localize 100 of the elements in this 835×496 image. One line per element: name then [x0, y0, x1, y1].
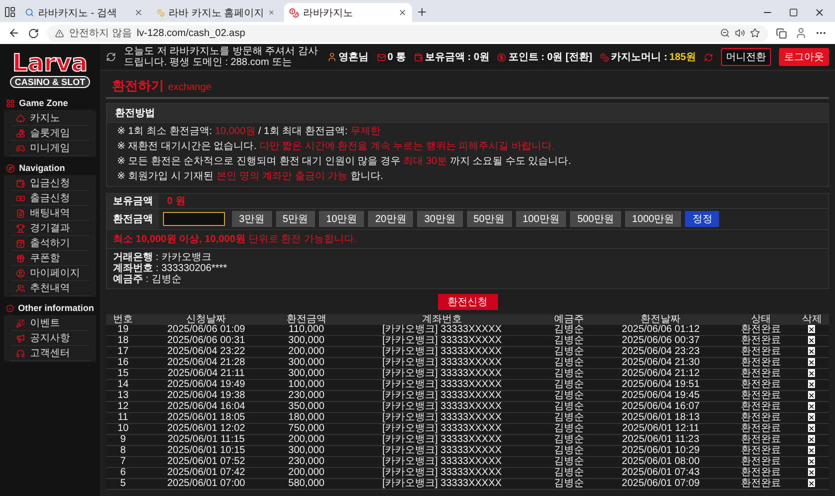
amount-button[interactable]: 30만원: [417, 211, 462, 227]
delete-icon[interactable]: [808, 358, 816, 366]
delete-icon[interactable]: [808, 402, 816, 410]
table-cell: [카카오뱅크] 33333XXXXX: [340, 412, 544, 424]
table-cell: 2025/06/01 07:42: [140, 468, 272, 478]
close-icon[interactable]: [398, 8, 407, 17]
delete-icon[interactable]: [808, 391, 816, 400]
submit-button[interactable]: 환전신청: [438, 294, 498, 310]
table-cell: 2025/06/04 19:51: [594, 380, 727, 390]
sidebar-item[interactable]: 카지노: [10, 111, 90, 126]
browser-tab[interactable]: 라바카지노 - 검색: [20, 3, 148, 22]
read-aloud-icon[interactable]: [735, 28, 745, 38]
table-cell: 2025/06/01 08:00: [594, 456, 727, 468]
sidebar-item[interactable]: 이벤트: [10, 316, 90, 331]
sidebar-item[interactable]: 경기결과: [10, 221, 90, 236]
column-header: 환전금액: [272, 314, 340, 325]
reset-button[interactable]: 정정: [685, 211, 720, 227]
back-icon[interactable]: [8, 27, 20, 39]
delete-icon[interactable]: [808, 468, 816, 476]
sidebar-item[interactable]: 출금신청: [10, 191, 90, 206]
account-info: 계좌번호 : 333330206****: [113, 263, 228, 274]
amount-button[interactable]: 20만원: [368, 211, 414, 227]
table-cell: 15: [106, 368, 140, 380]
table-cell: 230,000: [272, 390, 340, 402]
sidebar-item[interactable]: 배팅내역: [10, 206, 90, 221]
money-convert-button[interactable]: 머니전환: [721, 48, 771, 66]
delete-icon[interactable]: [808, 347, 816, 356]
amount-button[interactable]: 3만원: [232, 211, 272, 227]
notice-line: ※ 재환전 대기시간은 없습니다. 다만 짧은 시간에 환전을 계속 누르는 행위는 피해주시길 바랍니다.: [117, 141, 556, 153]
amount-button[interactable]: 10만원: [319, 211, 364, 227]
table-cell: 2025/06/06 01:12: [594, 325, 727, 336]
delete-icon[interactable]: [808, 479, 816, 488]
close-icon[interactable]: [814, 6, 825, 18]
delete-icon[interactable]: [808, 380, 816, 388]
table-cell: 180,000: [272, 412, 340, 424]
table-cell: 김병순: [544, 390, 595, 402]
browser-tab[interactable]: 라바 카지노 홈페이지: [152, 3, 280, 22]
sidebar-item[interactable]: 입금신청: [10, 176, 90, 191]
delete-icon[interactable]: [808, 369, 816, 378]
table-cell: 2025/06/01 18:13: [594, 412, 727, 424]
amount-button[interactable]: 500만원: [570, 211, 621, 227]
delete-icon[interactable]: [808, 435, 816, 444]
table-cell: 200,000: [272, 468, 340, 478]
address-bar[interactable]: 안전하지 않음 lv-128.com/cash_02.asp: [47, 24, 768, 42]
table-cell: 김병순: [544, 336, 595, 346]
logo-title[interactable]: Larva: [12, 50, 88, 76]
table-cell: 김병순: [544, 380, 595, 390]
amount-button[interactable]: 50만원: [466, 211, 512, 227]
table-cell: 김병순: [544, 468, 595, 478]
browser-tab[interactable]: 라바카지노: [284, 3, 412, 22]
table-cell: [카카오뱅크] 33333XXXXX: [340, 346, 544, 358]
table-cell: 2025/06/04 16:04: [140, 402, 272, 412]
profile-icon[interactable]: [795, 27, 807, 39]
table-cell: 2025/06/04 21:30: [594, 358, 727, 368]
amount-field[interactable]: [163, 212, 225, 226]
points-icon: [497, 52, 506, 62]
delete-icon[interactable]: [808, 446, 816, 454]
amount-button[interactable]: 1000만원: [625, 211, 682, 227]
sidebar-item[interactable]: 공지사항: [10, 331, 90, 346]
table-cell: 300,000: [272, 446, 340, 456]
delete-icon[interactable]: [808, 325, 816, 334]
sidebar-item[interactable]: 추천내역: [10, 281, 90, 296]
delete-icon[interactable]: [808, 413, 816, 422]
delete-icon[interactable]: [808, 457, 816, 466]
reload-icon[interactable]: [28, 28, 39, 38]
star-icon[interactable]: [750, 28, 760, 38]
sidebar-item[interactable]: 슬롯게임: [10, 126, 90, 141]
sidebar-item[interactable]: 미니게임: [10, 141, 90, 156]
close-icon[interactable]: [134, 8, 143, 17]
table-cell: 2025/06/04 23:23: [594, 346, 727, 358]
sidebar-item[interactable]: 마이페이지: [10, 266, 90, 281]
section-heading: Other information: [4, 301, 96, 315]
table-cell: 12: [106, 402, 140, 412]
sidebar-item[interactable]: 쿠폰함: [10, 251, 90, 266]
sidebar-item[interactable]: 출석하기: [10, 236, 90, 251]
delete-icon[interactable]: [808, 336, 816, 344]
amount-button[interactable]: 5만원: [276, 211, 316, 227]
close-icon[interactable]: [268, 8, 275, 17]
table-cell: 5: [106, 478, 140, 490]
logout-button[interactable]: 로그아웃: [779, 48, 829, 66]
table-cell: 110,000: [272, 325, 340, 336]
sidebar-item[interactable]: 고객센터: [10, 346, 90, 361]
message-count[interactable]: 0 통: [376, 50, 406, 64]
table-cell: [카카오뱅크] 33333XXXXX: [340, 402, 544, 412]
table-cell: 2025/06/06 01:09: [140, 325, 272, 336]
tab-actions-icon[interactable]: [4, 6, 16, 18]
new-tab-icon[interactable]: [416, 6, 428, 18]
table-cell: 환전완료: [726, 390, 795, 402]
table-cell: 환전완료: [726, 346, 795, 358]
table-cell: 580,000: [272, 478, 340, 490]
amount-button[interactable]: 100만원: [516, 211, 566, 227]
table-cell: 2025/06/01 07:00: [140, 478, 272, 490]
collections-icon[interactable]: [776, 28, 787, 38]
maximize-icon[interactable]: [789, 8, 798, 16]
panel-title: 환전방법: [107, 104, 828, 123]
delete-icon[interactable]: [808, 424, 816, 432]
refresh-icon[interactable]: [106, 52, 116, 62]
table-cell: 김병순: [544, 402, 595, 412]
zoom-icon[interactable]: [720, 28, 730, 38]
coin-icon: [600, 52, 610, 62]
